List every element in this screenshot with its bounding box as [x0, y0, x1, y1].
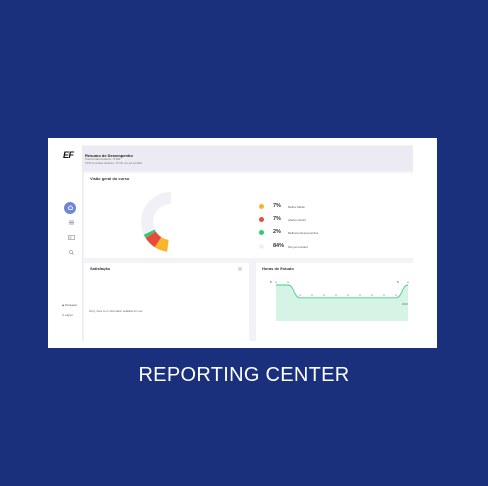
globe-icon: ◉: [62, 304, 65, 307]
satisfaction-card: Satisfação Sorry, there is no informatio…: [84, 263, 249, 341]
language-label: Português: [65, 304, 77, 307]
ef-logo: EF: [63, 150, 74, 160]
legend-dot: [259, 230, 264, 235]
logout-label: Logout: [64, 314, 73, 317]
legend-label: Abaixo Inferior: [288, 217, 307, 222]
study-hours-point-3: [311, 294, 313, 296]
legend-percent: 7%: [273, 203, 281, 209]
legend-percent: 2%: [273, 229, 281, 235]
reporting-center-caption: REPORTING CENTER: [138, 364, 350, 386]
study-hours-area: [276, 285, 408, 321]
satisfaction-empty-note: Sorry, there is no information available…: [89, 310, 143, 313]
legend-label: Melhor Médio: [288, 204, 305, 209]
study-hours-chart: 5 5 2016: [270, 280, 409, 321]
sidebar-item-id-card[interactable]: [65, 232, 78, 243]
legend-label: Melhores Desempenhos: [288, 230, 319, 235]
legend-label: Not yet enrolled: [288, 244, 308, 249]
header-subtitle-2: 70.874 enrolled students / 76.471 not ye…: [85, 162, 142, 165]
legend-dot: [259, 244, 264, 249]
sidebar: EF ◉ Português ⏻ Logout: [61, 145, 83, 341]
legend-dot: [259, 204, 264, 209]
course-overview-donut: [141, 192, 201, 252]
study-hours-point-1: [287, 281, 289, 284]
logout-button[interactable]: ⏻ Logout: [62, 314, 73, 317]
language-selector[interactable]: ◉ Português: [62, 304, 77, 307]
study-hours-point-2: [299, 294, 301, 296]
study-hours-point-0: [275, 281, 277, 284]
study-hours-point-7: [359, 294, 361, 296]
app-window: EF ◉ Português ⏻ Logout Resumo de Desemp…: [61, 145, 413, 341]
study-hours-start-label: 5: [270, 280, 272, 284]
logout-icon: ⏻: [62, 314, 65, 317]
overview-title: Visão geral do curso: [90, 176, 130, 181]
sidebar-item-search[interactable]: [65, 247, 78, 258]
home-icon: [67, 205, 74, 210]
sidebar-item-list[interactable]: [65, 217, 78, 228]
study-hours-point-10: [395, 294, 397, 296]
study-hours-end-label: 5: [397, 280, 399, 284]
page-header: Resumo de Desempenho Total enrolled stud…: [83, 146, 413, 171]
study-hours-point-5: [335, 294, 337, 296]
id-card-icon: [68, 235, 75, 240]
course-overview-card: Visão geral do curso 7% Melhor Médio 7% Aba…: [84, 173, 413, 258]
study-hours-point-9: [383, 294, 385, 296]
study-hours-point-4: [323, 294, 325, 296]
study-hours-point-8: [371, 294, 373, 296]
screenshot-frame: EF ◉ Português ⏻ Logout Resumo de Desemp…: [48, 138, 437, 348]
study-hours-point-6: [347, 294, 349, 296]
list-icon: [69, 220, 74, 225]
legend-percent: 7%: [273, 216, 281, 222]
study-hours-card: Horas de Estudo 5 5 2016: [256, 263, 413, 341]
legend-dot: [259, 217, 264, 222]
satisfaction-title: Satisfação: [90, 266, 111, 271]
settings-icon[interactable]: [238, 267, 242, 271]
search-icon: [69, 250, 74, 255]
legend-percent: 84%: [273, 243, 285, 249]
sidebar-item-home[interactable]: [64, 202, 76, 214]
header-subtitle-1: Total enrolled students: 73.832: [85, 158, 121, 161]
study-hours-point-11: [407, 281, 409, 284]
